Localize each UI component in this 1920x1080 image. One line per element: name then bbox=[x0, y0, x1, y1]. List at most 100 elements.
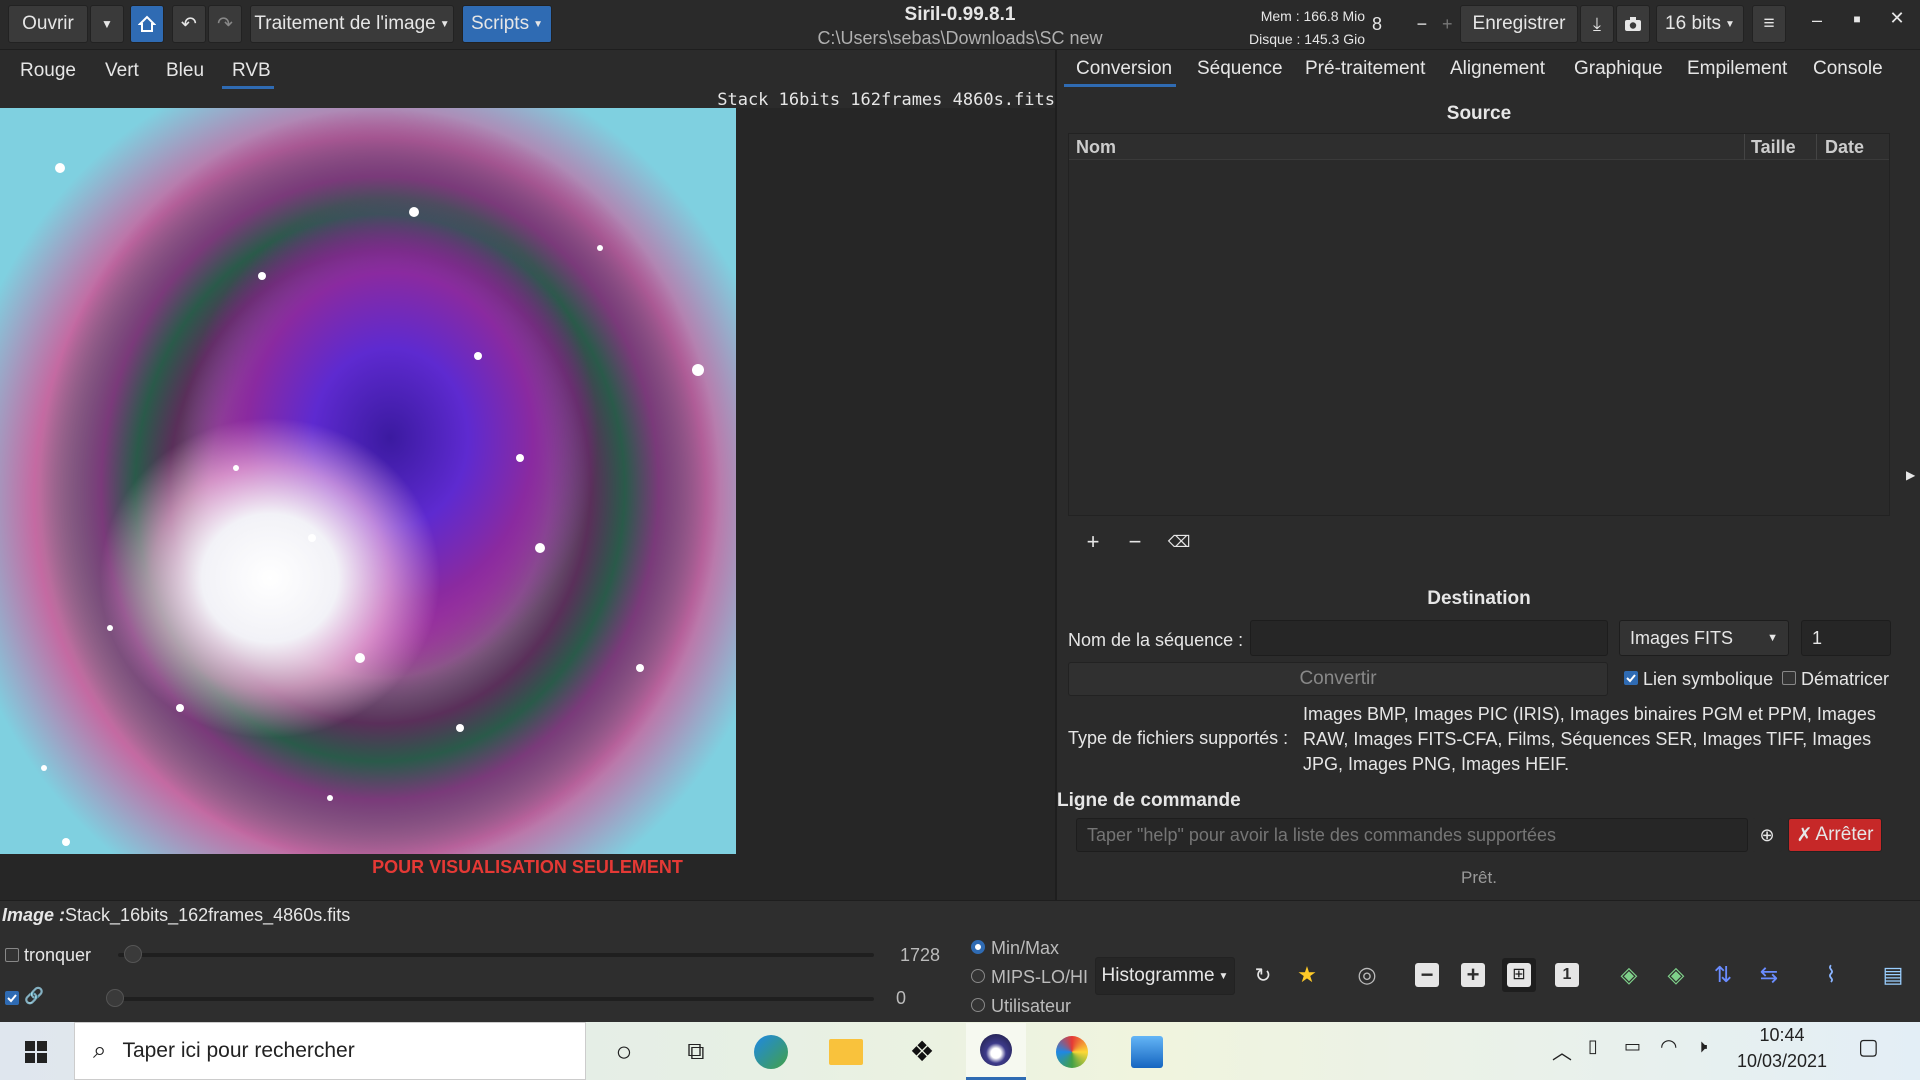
viewer-filename: Stack_16bits_162frames_4860s.fits bbox=[717, 90, 1055, 110]
siril-app[interactable] bbox=[966, 1023, 1026, 1080]
tray-chevron-icon[interactable]: ︿ bbox=[1552, 1036, 1572, 1065]
display-mode-select[interactable]: Histogramme ▼ bbox=[1095, 957, 1235, 995]
radio-user[interactable] bbox=[971, 998, 985, 1012]
hamburger-icon: ≡ bbox=[1763, 13, 1775, 34]
home-button[interactable] bbox=[130, 5, 164, 43]
col-date-header[interactable]: Date bbox=[1816, 134, 1864, 160]
tab-console[interactable]: Console bbox=[1813, 58, 1883, 80]
sequence-name-input[interactable] bbox=[1250, 620, 1608, 656]
tray-device-icon[interactable]: ▯ bbox=[1588, 1036, 1598, 1057]
clock-date[interactable]: 10/03/2021 bbox=[1730, 1051, 1834, 1072]
radio-minmax[interactable] bbox=[971, 940, 985, 954]
snapshot-button[interactable] bbox=[1616, 5, 1650, 43]
edge-app[interactable] bbox=[741, 1023, 801, 1080]
photos-app[interactable] bbox=[1117, 1023, 1177, 1080]
image-processing-menu[interactable]: Traitement de l'image ▼ bbox=[250, 5, 454, 43]
clear-list-button[interactable]: ⌫ bbox=[1162, 525, 1196, 559]
col-size-header[interactable]: Taille bbox=[1744, 134, 1796, 160]
redo-button[interactable]: ↷ bbox=[208, 5, 242, 43]
collapse-panel-arrow[interactable]: ▶ bbox=[1906, 468, 1915, 482]
dynamic-psf-button[interactable]: ◎ bbox=[1350, 958, 1384, 992]
tab-alignement[interactable]: Alignement bbox=[1450, 58, 1545, 80]
tab-pre-traitement[interactable]: Pré-traitement bbox=[1305, 58, 1425, 80]
start-index-input[interactable]: 1 bbox=[1801, 620, 1891, 656]
paint-app[interactable] bbox=[1042, 1023, 1102, 1080]
destination-title: Destination bbox=[1427, 588, 1531, 609]
chevron-down-icon: ▼ bbox=[439, 18, 450, 30]
battery-icon[interactable]: ▭ bbox=[1624, 1036, 1641, 1057]
save-button[interactable]: Enregistrer bbox=[1460, 5, 1578, 43]
photometry-button[interactable]: ★ bbox=[1290, 958, 1324, 992]
low-slider-handle[interactable] bbox=[106, 989, 124, 1007]
notifications-icon[interactable]: ▢ bbox=[1858, 1034, 1879, 1060]
zoom-fit-button[interactable]: ⊞ bbox=[1502, 958, 1536, 992]
chevron-down-icon: ▼ bbox=[1725, 18, 1735, 30]
open-recent-dropdown-button[interactable]: ▼ bbox=[90, 5, 124, 43]
low-slider[interactable] bbox=[106, 997, 874, 1001]
main-menu-button[interactable]: ≡ bbox=[1752, 5, 1786, 43]
stop-button[interactable]: ✗ Arrêter bbox=[1788, 818, 1882, 852]
wifi-icon[interactable]: ◠ bbox=[1660, 1034, 1677, 1059]
tab-blue[interactable]: Bleu bbox=[166, 60, 204, 82]
histogram-button[interactable]: ⌇ bbox=[1814, 958, 1848, 992]
output-format-select[interactable]: Images FITS ▼ bbox=[1619, 620, 1789, 656]
maximize-button[interactable]: ■ bbox=[1842, 12, 1872, 42]
chevron-down-icon: ▼ bbox=[1218, 970, 1229, 982]
tab-graphique[interactable]: Graphique bbox=[1574, 58, 1663, 80]
close-window-button[interactable]: ✕ bbox=[1880, 8, 1914, 38]
tab-green[interactable]: Vert bbox=[105, 60, 139, 82]
zoom-100-button[interactable]: 1 bbox=[1550, 958, 1584, 992]
symlink-checkbox[interactable] bbox=[1624, 671, 1638, 685]
zoom-in-button[interactable]: + bbox=[1456, 958, 1490, 992]
save-as-button[interactable]: ⤓ bbox=[1580, 5, 1614, 43]
scripts-menu[interactable]: Scripts ▼ bbox=[462, 5, 552, 43]
convert-button[interactable]: Convertir bbox=[1068, 662, 1608, 696]
tab-red[interactable]: Rouge bbox=[20, 60, 76, 82]
bitdepth-menu[interactable]: 16 bits ▼ bbox=[1656, 5, 1744, 43]
zoom-out-button[interactable]: − bbox=[1410, 958, 1444, 992]
dropbox-app[interactable]: ❖ bbox=[892, 1023, 952, 1080]
cortana-button[interactable]: ○ bbox=[594, 1023, 654, 1080]
source-file-list[interactable] bbox=[1068, 133, 1890, 516]
minimize-button[interactable]: – bbox=[1800, 10, 1834, 40]
explorer-app[interactable] bbox=[816, 1023, 876, 1080]
undo-icon: ↶ bbox=[181, 13, 197, 35]
color-saturation-button[interactable]: ↻ bbox=[1246, 958, 1280, 992]
plus-icon[interactable]: + bbox=[1435, 14, 1460, 35]
volume-mute-icon[interactable]: 🕨 bbox=[1696, 1036, 1707, 1057]
taskbar-search[interactable]: ⌕ Taper ici pour rechercher bbox=[74, 1022, 586, 1080]
tab-conversion[interactable]: Conversion bbox=[1076, 58, 1172, 80]
minus-icon[interactable]: − bbox=[1409, 14, 1434, 35]
add-files-button[interactable]: + bbox=[1076, 525, 1110, 559]
link-checkbox[interactable] bbox=[5, 991, 19, 1005]
tab-conversion-underline bbox=[1064, 84, 1176, 87]
tab-empilement[interactable]: Empilement bbox=[1687, 58, 1787, 80]
mirror-x-button[interactable]: ⇅ bbox=[1706, 958, 1740, 992]
astro-image[interactable] bbox=[0, 108, 736, 854]
remove-file-button[interactable]: − bbox=[1118, 525, 1152, 559]
task-view-button[interactable]: ⧉ bbox=[666, 1023, 726, 1080]
backspace-icon: ⌫ bbox=[1167, 534, 1191, 551]
debayer-checkbox[interactable] bbox=[1782, 671, 1796, 685]
command-input[interactable] bbox=[1076, 818, 1748, 852]
rotate-right-button[interactable]: ◈ bbox=[1659, 958, 1693, 992]
tab-sequence[interactable]: Séquence bbox=[1197, 58, 1283, 80]
col-name-header[interactable]: Nom bbox=[1076, 137, 1116, 158]
radio-mips[interactable] bbox=[971, 969, 985, 983]
watermark-label: POUR VISUALISATION SEULEMENT bbox=[372, 857, 683, 877]
link-icon: 🔗 bbox=[24, 988, 44, 1005]
layers-button[interactable]: ▤ bbox=[1876, 958, 1910, 992]
tab-rgb[interactable]: RVB bbox=[232, 60, 271, 82]
high-slider[interactable] bbox=[118, 953, 874, 957]
start-button[interactable] bbox=[6, 1023, 66, 1080]
one-to-one-icon: 1 bbox=[1555, 963, 1579, 987]
clock-time[interactable]: 10:44 bbox=[1736, 1025, 1828, 1046]
high-slider-handle[interactable] bbox=[124, 945, 142, 963]
open-button[interactable]: Ouvrir bbox=[8, 5, 88, 43]
undo-button[interactable]: ↶ bbox=[172, 5, 206, 43]
clip-checkbox[interactable] bbox=[5, 948, 19, 962]
mirror-y-button[interactable]: ⇆ bbox=[1752, 958, 1786, 992]
threads-spinner[interactable]: 8 − + bbox=[1368, 5, 1460, 43]
rotate-left-button[interactable]: ◈ bbox=[1612, 958, 1646, 992]
command-help-button[interactable]: ⊕ bbox=[1752, 818, 1782, 852]
